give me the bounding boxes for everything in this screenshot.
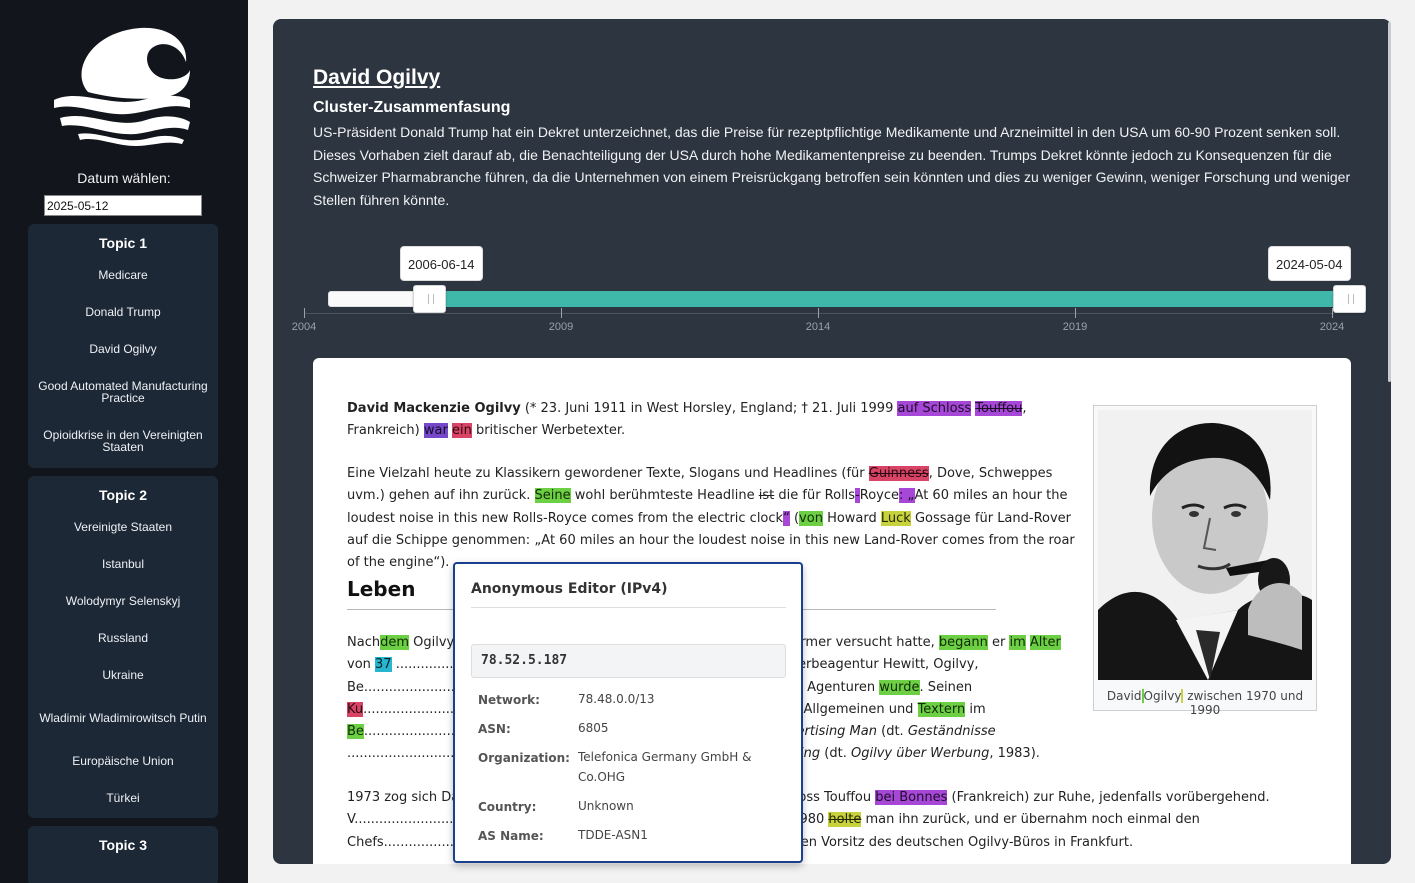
organization-value: Telefonica Germany GmbH & Co.OHG [578, 750, 752, 784]
country-key: Country: [478, 800, 537, 814]
axis-tick-label: 2004 [291, 321, 317, 333]
asn-value: 6805 [578, 721, 609, 735]
popup-title: Anonymous Editor (IPv4) [471, 581, 668, 597]
topic-card-3: Topic 3 [28, 826, 218, 883]
topic-item-tuerkei[interactable]: Türkei [28, 779, 218, 816]
topic-item-eu[interactable]: Europäische Union [28, 742, 218, 779]
sidebar: Datum wählen: Topic 1 Medicare Donald Tr… [0, 0, 248, 883]
axis-tick-label: 2024 [1319, 321, 1345, 333]
slider-start-tooltip: 2006-06-14 [400, 246, 483, 281]
slider-end-tooltip: 2024-05-04 [1268, 246, 1351, 281]
topic-item-medicare[interactable]: Medicare [28, 257, 218, 293]
as-name-value: TDDE-ASN1 [578, 828, 648, 842]
topic-title: Topic 3 [99, 837, 147, 853]
axis-tick [304, 308, 305, 318]
slider-start-handle[interactable] [413, 285, 447, 313]
wave-logo-icon [54, 27, 190, 146]
topic-card-2: Topic 2 Vereinigte Staaten Istanbul Wolo… [28, 476, 218, 818]
topic-item-selenskyj[interactable]: Wolodymyr Selenskyj [28, 582, 218, 619]
organization-key: Organization: [478, 751, 570, 765]
asn-key: ASN: [478, 722, 511, 736]
popup-divider [471, 607, 786, 608]
country-value: Unknown [578, 799, 634, 813]
topic-item-russland[interactable]: Russland [28, 619, 218, 656]
topic-item-gamp[interactable]: Good Automated Manufacturing Practice [28, 367, 218, 416]
axis-tick-label: 2019 [1062, 321, 1088, 333]
topic-item-ukraine[interactable]: Ukraine [28, 656, 218, 693]
caption-rest: zwischen 1970 und 1990 [1181, 689, 1304, 717]
axis-tick-label: 2009 [548, 321, 574, 333]
topic-item-istanbul[interactable]: Istanbul [28, 545, 218, 582]
topic-title: Topic 1 [99, 235, 147, 251]
summary-text: US-Präsident Donald Trump hat ein Dekret… [313, 124, 1351, 208]
topic-item-donald-trump[interactable]: Donald Trump [28, 293, 218, 330]
axis-tick [818, 308, 819, 318]
portrait-caption: David Ogilvy zwischen 1970 und 1990 [1094, 689, 1316, 717]
axis-tick-label: 2014 [805, 321, 831, 333]
network-key: Network: [478, 693, 540, 707]
caption-name-first: David [1106, 689, 1142, 703]
slider-axis [304, 313, 1334, 314]
topic-card-1: Topic 1 Medicare Donald Trump David Ogil… [28, 224, 218, 468]
topic-title: Topic 2 [99, 487, 147, 503]
article-intro-paragraph: David Mackenzie Ogilvy (* 23. Juni 1911 … [347, 401, 1027, 439]
axis-tick [561, 308, 562, 318]
slider-end-handle[interactable] [1332, 285, 1366, 313]
topic-item-putin[interactable]: Wladimir Wladimirowitsch Putin [28, 693, 218, 742]
date-input[interactable] [44, 195, 202, 216]
page-title: David Ogilvy [313, 66, 441, 89]
network-value: 78.48.0.0/13 [578, 692, 655, 706]
ip-address-field[interactable]: 78.52.5.187 [471, 644, 786, 678]
portrait-figure: David Ogilvy zwischen 1970 und 1990 [1093, 405, 1317, 717]
as-name-key: AS Name: [478, 829, 544, 843]
slider-selected-range [430, 291, 1350, 307]
topic-item-vereinigte-staaten[interactable]: Vereinigte Staaten [28, 509, 218, 545]
portrait-photo [1098, 410, 1312, 680]
topic-item-david-ogilvy[interactable]: David Ogilvy [28, 330, 218, 367]
scrollbar-thumb[interactable] [1388, 22, 1391, 382]
date-label: Datum wählen: [77, 170, 171, 186]
axis-tick [1075, 308, 1076, 318]
leben-heading: Leben [347, 577, 416, 601]
summary-heading: Cluster-Zusammenfasung [313, 99, 511, 116]
article-paragraph-2: Eine Vielzahl heute zu Klassikern geword… [347, 466, 1075, 571]
caption-name-last: Ogilvy [1141, 689, 1182, 703]
axis-tick [1332, 308, 1333, 318]
editor-info-popup: Anonymous Editor (IPv4) 78.52.5.187 Netw… [453, 562, 803, 863]
topic-item-opioidkrise[interactable]: Opioidkrise in den Vereinigten Staaten [28, 416, 218, 465]
main-panel: David Ogilvy Cluster-Zusammenfasung US-P… [273, 19, 1391, 864]
